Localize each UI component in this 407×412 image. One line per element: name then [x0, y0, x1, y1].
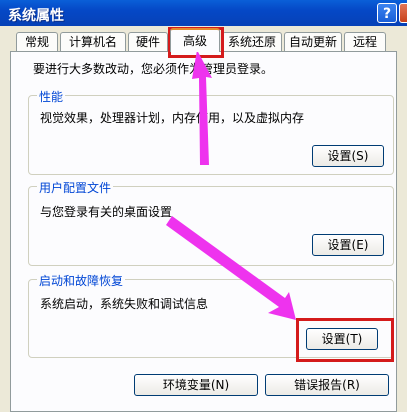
tab-general[interactable]: 常规 [16, 32, 58, 51]
window-title: 系统属性 [8, 8, 64, 24]
performance-group: 性能 视觉效果，处理器计划，内存使用，以及虚拟内存 设置(S) [28, 88, 394, 175]
performance-settings-button[interactable]: 设置(S) [312, 145, 384, 167]
startup-settings-button[interactable]: 设置(T) [306, 328, 378, 350]
user-profiles-desc: 与您登录有关的桌面设置 [40, 205, 173, 219]
startup-recovery-desc: 系统启动，系统失败和调试信息 [40, 297, 209, 311]
tab-computer-name[interactable]: 计算机名 [60, 32, 126, 51]
help-button[interactable]: ? [377, 3, 397, 23]
performance-desc: 视觉效果，处理器计划，内存使用，以及虚拟内存 [40, 111, 305, 125]
system-properties-window: 系统属性 ? 常规 计算机名 硬件 高级 系统还原 自动更新 远程 要进行大多数… [0, 0, 407, 412]
tab-system-restore[interactable]: 系统还原 [222, 32, 282, 51]
performance-title: 性能 [37, 88, 66, 105]
user-profiles-settings-button[interactable]: 设置(E) [312, 234, 384, 256]
tab-strip: 常规 计算机名 硬件 高级 系统还原 自动更新 远程 [0, 26, 407, 52]
admin-note: 要进行大多数改动，您必须作为管理员登录。 [33, 62, 274, 76]
tab-automatic-updates[interactable]: 自动更新 [284, 32, 342, 51]
environment-variables-button[interactable]: 环境变量(N) [134, 374, 258, 396]
tab-remote[interactable]: 远程 [344, 32, 386, 51]
startup-recovery-group: 启动和故障恢复 系统启动，系统失败和调试信息 设置(T) [28, 272, 394, 358]
startup-recovery-title: 启动和故障恢复 [37, 272, 126, 289]
title-bar[interactable]: 系统属性 ? [0, 0, 407, 26]
error-reporting-button[interactable]: 错误报告(R) [265, 374, 389, 396]
tab-advanced[interactable]: 高级 [170, 28, 220, 52]
tab-hardware[interactable]: 硬件 [128, 32, 168, 51]
user-profiles-title: 用户配置文件 [37, 179, 114, 196]
user-profiles-group: 用户配置文件 与您登录有关的桌面设置 设置(E) [28, 179, 394, 266]
close-button[interactable] [399, 3, 407, 23]
